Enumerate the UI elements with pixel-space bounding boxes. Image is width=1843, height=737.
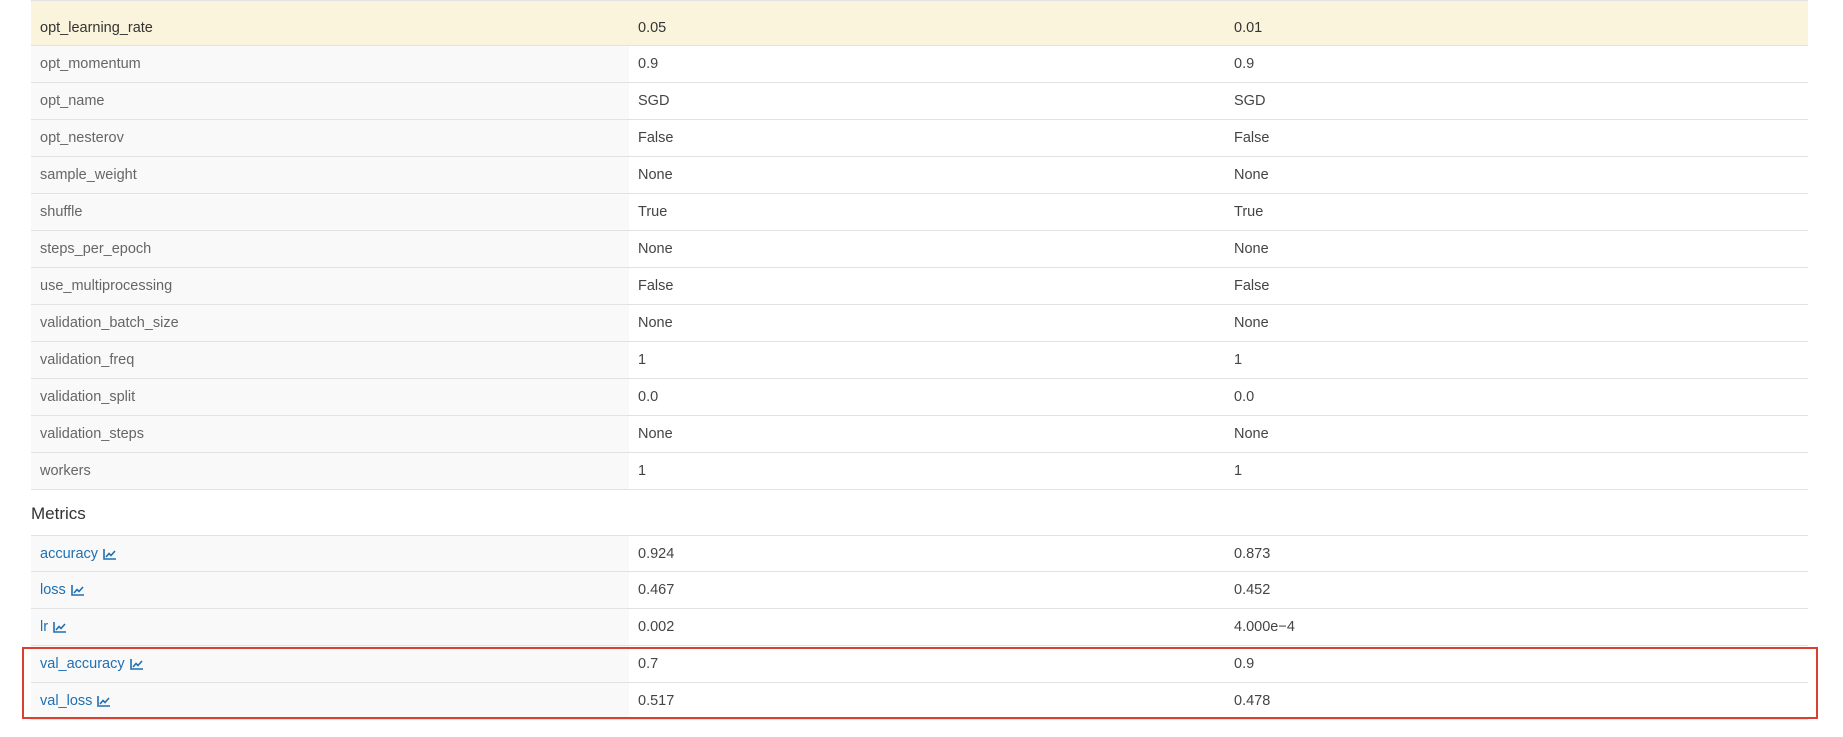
metric-row-loss: loss 0.467 0.452 xyxy=(31,572,1808,609)
line-chart-icon xyxy=(97,695,111,707)
param-value-run-2: None xyxy=(1234,315,1269,331)
param-value-run-1: None xyxy=(638,241,673,257)
param-value-run-2: None xyxy=(1234,167,1269,183)
param-name: opt_momentum xyxy=(31,46,629,82)
param-value-run-2: 0.9 xyxy=(1234,56,1255,72)
metric-link-accuracy[interactable]: accuracy xyxy=(40,546,117,562)
metric-link-val-loss[interactable]: val_loss xyxy=(40,693,111,709)
metric-name: val_accuracy xyxy=(40,656,125,672)
metrics-table: accuracy 0.924 0.873 loss 0.467 0.452 lr xyxy=(31,535,1808,720)
param-row-use-multiprocessing: use_multiprocessing False False xyxy=(31,268,1808,305)
param-name: use_multiprocessing xyxy=(31,268,629,304)
metric-value-run-1: 0.7 xyxy=(638,656,659,672)
param-row-workers: workers 1 1 xyxy=(31,453,1808,490)
param-value-run-1: False xyxy=(638,130,674,146)
param-value-run-1: None xyxy=(638,315,673,331)
metric-name: loss xyxy=(40,582,66,598)
param-row-sample-weight: sample_weight None None xyxy=(31,157,1808,194)
param-value-run-2: 0.01 xyxy=(1225,1,1808,45)
line-chart-icon xyxy=(103,548,117,560)
param-name: validation_freq xyxy=(31,342,629,378)
param-name: shuffle xyxy=(31,194,629,230)
param-value-run-1: 0.05 xyxy=(629,1,1225,45)
param-row-opt-momentum: opt_momentum 0.9 0.9 xyxy=(31,46,1808,83)
param-row-validation-steps: validation_steps None None xyxy=(31,416,1808,453)
param-value-run-2: 0.0 xyxy=(1234,389,1255,405)
metric-name-cell: loss xyxy=(31,572,629,608)
param-row-validation-batch-size: validation_batch_size None None xyxy=(31,305,1808,342)
param-value-run-1: None xyxy=(638,426,673,442)
metric-name: lr xyxy=(40,619,49,635)
metric-value-run-2: 0.452 xyxy=(1234,582,1271,598)
metric-link-loss[interactable]: loss xyxy=(40,582,85,598)
param-value-run-2: SGD xyxy=(1234,93,1266,109)
metric-link-val-accuracy[interactable]: val_accuracy xyxy=(40,656,144,672)
metric-value-run-1: 0.517 xyxy=(638,693,675,709)
metric-name-cell: val_loss xyxy=(31,683,629,719)
param-name: opt_name xyxy=(31,83,629,119)
metric-value-run-1: 0.467 xyxy=(638,582,675,598)
param-row-shuffle: shuffle True True xyxy=(31,194,1808,231)
param-name: validation_steps xyxy=(31,416,629,452)
param-row-steps-per-epoch: steps_per_epoch None None xyxy=(31,231,1808,268)
param-value-run-2: False xyxy=(1234,278,1270,294)
param-row-opt-nesterov: opt_nesterov False False xyxy=(31,120,1808,157)
param-value-run-1: 1 xyxy=(638,463,647,479)
metric-value-run-2: 4.000e−4 xyxy=(1234,619,1295,635)
metric-row-lr: lr 0.002 4.000e−4 xyxy=(31,609,1808,646)
param-name: opt_learning_rate xyxy=(31,1,629,45)
param-value-run-1: 0.0 xyxy=(638,389,659,405)
metric-row-val-accuracy: val_accuracy 0.7 0.9 xyxy=(31,646,1808,683)
param-row-validation-split: validation_split 0.0 0.0 xyxy=(31,379,1808,416)
param-value-run-2: True xyxy=(1234,204,1264,220)
metric-name-cell: val_accuracy xyxy=(31,646,629,682)
metric-name: val_loss xyxy=(40,693,93,709)
line-chart-icon xyxy=(129,658,144,670)
param-value-run-2: None xyxy=(1234,241,1269,257)
param-value-run-1: 1 xyxy=(638,352,647,368)
param-name: steps_per_epoch xyxy=(31,231,629,267)
metric-value-run-2: 0.478 xyxy=(1234,693,1271,709)
param-value-run-1: None xyxy=(638,167,673,183)
metric-name: accuracy xyxy=(40,545,99,562)
param-name: sample_weight xyxy=(31,157,629,193)
param-value-run-1: SGD xyxy=(638,93,670,109)
metric-value-run-2: 0.873 xyxy=(1234,545,1271,562)
metrics-section-title: Metrics xyxy=(31,504,86,523)
param-value-run-1: 0.9 xyxy=(638,56,659,72)
metric-row-accuracy: accuracy 0.924 0.873 xyxy=(31,535,1808,572)
metric-name-cell: lr xyxy=(31,609,629,645)
line-chart-icon xyxy=(53,621,67,633)
param-value-run-2: False xyxy=(1234,130,1270,146)
param-row-opt-name: opt_name SGD SGD xyxy=(31,83,1808,120)
line-chart-icon xyxy=(70,584,85,596)
metric-name-cell: accuracy xyxy=(31,536,629,571)
param-name: validation_batch_size xyxy=(31,305,629,341)
metric-value-run-2: 0.9 xyxy=(1234,656,1255,672)
param-name: opt_nesterov xyxy=(31,120,629,156)
parameters-table: opt_learning_rate 0.05 0.01 opt_momentum… xyxy=(31,0,1808,490)
param-value-run-2: 1 xyxy=(1234,463,1243,479)
param-value-run-2: None xyxy=(1234,426,1269,442)
metric-value-run-1: 0.002 xyxy=(638,619,675,635)
param-value-run-1: False xyxy=(638,278,674,294)
param-name: workers xyxy=(31,453,629,489)
param-row-validation-freq: validation_freq 1 1 xyxy=(31,342,1808,379)
param-row-opt-learning-rate: opt_learning_rate 0.05 0.01 xyxy=(31,0,1808,46)
param-name: validation_split xyxy=(31,379,629,415)
metric-link-lr[interactable]: lr xyxy=(40,619,67,635)
metric-value-run-1: 0.924 xyxy=(638,545,675,562)
metric-row-val-loss: val_loss 0.517 0.478 xyxy=(31,683,1808,720)
param-value-run-1: True xyxy=(638,204,668,220)
param-value-run-2: 1 xyxy=(1234,352,1243,368)
